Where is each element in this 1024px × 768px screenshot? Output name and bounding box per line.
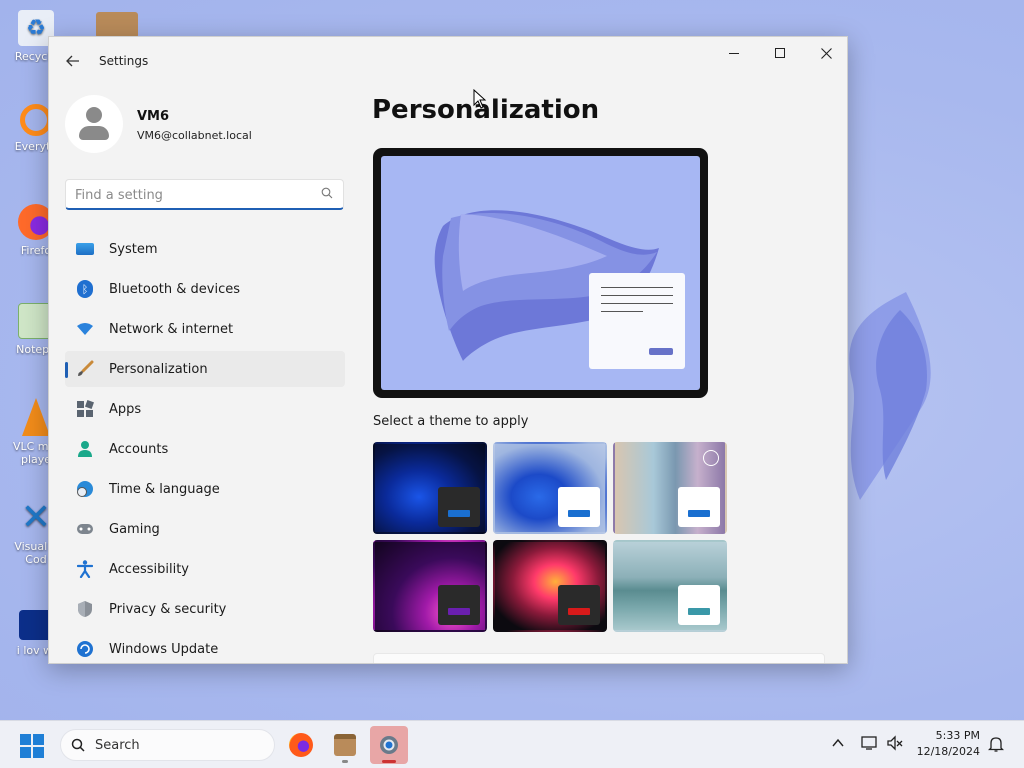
theme-preview-window bbox=[558, 585, 600, 625]
sidebar-item-personalization[interactable]: Personalization bbox=[65, 351, 345, 387]
archive-icon[interactable] bbox=[96, 12, 138, 38]
sidebar-item-label: Time & language bbox=[109, 481, 220, 497]
windows-logo-icon bbox=[20, 734, 31, 745]
sidebar-item-label: Gaming bbox=[109, 521, 160, 537]
sidebar-nav: System ᛒ Bluetooth & devices Network & i… bbox=[65, 231, 345, 663]
theme-preview bbox=[373, 148, 708, 398]
theme-windows-spotlight[interactable] bbox=[613, 442, 727, 534]
sidebar-item-time-language[interactable]: Time & language bbox=[65, 471, 345, 507]
theme-preview-window bbox=[438, 585, 480, 625]
clock-date: 12/18/2024 bbox=[916, 745, 980, 758]
network-icon[interactable] bbox=[861, 735, 879, 751]
vlc-cone-icon bbox=[22, 398, 50, 436]
maximize-icon bbox=[775, 48, 785, 58]
search-icon bbox=[71, 738, 85, 752]
sidebar-item-label: System bbox=[109, 241, 158, 257]
bluetooth-icon: ᛒ bbox=[75, 279, 95, 299]
theme-windows-dark[interactable] bbox=[373, 442, 487, 534]
sidebar-item-label: Accessibility bbox=[109, 561, 189, 577]
user-profile[interactable]: VM6 VM6@collabnet.local bbox=[65, 95, 345, 155]
taskbar-firefox[interactable] bbox=[282, 726, 320, 764]
taskbar: Search 5:33 PM 12/18/2024 bbox=[0, 720, 1024, 768]
taskbar-archive-app[interactable] bbox=[326, 726, 364, 764]
theme-section-label: Select a theme to apply bbox=[373, 414, 529, 429]
clock[interactable]: 5:33 PM 12/18/2024 bbox=[917, 728, 980, 760]
sidebar-item-accounts[interactable]: Accounts bbox=[65, 431, 345, 467]
search-icon bbox=[321, 187, 333, 199]
notification-bell-icon[interactable] bbox=[988, 735, 1004, 753]
sidebar-item-gaming[interactable]: Gaming bbox=[65, 511, 345, 547]
mouse-cursor-icon bbox=[473, 89, 487, 109]
sidebar-item-network[interactable]: Network & internet bbox=[65, 311, 345, 347]
archive-icon bbox=[334, 734, 356, 756]
gamepad-icon bbox=[75, 519, 95, 539]
brush-icon bbox=[75, 359, 95, 379]
theme-captured-motion[interactable] bbox=[493, 540, 607, 632]
accessibility-icon bbox=[75, 559, 95, 579]
sidebar-item-label: Bluetooth & devices bbox=[109, 281, 240, 297]
back-button[interactable] bbox=[59, 49, 87, 73]
sidebar-item-label: Apps bbox=[109, 401, 142, 417]
minimize-icon bbox=[729, 52, 739, 54]
sidebar-item-apps[interactable]: Apps bbox=[65, 391, 345, 427]
user-email: VM6@collabnet.local bbox=[137, 129, 252, 142]
system-icon bbox=[75, 239, 95, 259]
themes-settings-card[interactable] bbox=[373, 653, 825, 663]
minimize-button[interactable] bbox=[711, 37, 757, 69]
close-button[interactable] bbox=[803, 37, 847, 69]
sidebar-item-privacy-security[interactable]: Privacy & security bbox=[65, 591, 345, 627]
theme-preview-window bbox=[558, 487, 600, 527]
apps-icon bbox=[75, 399, 95, 419]
speaker-muted-icon[interactable] bbox=[886, 735, 904, 751]
chevron-up-icon[interactable] bbox=[832, 738, 844, 748]
start-button[interactable] bbox=[20, 734, 44, 758]
settings-gear-icon bbox=[380, 736, 398, 754]
preview-wallpaper bbox=[381, 156, 700, 390]
theme-flow[interactable] bbox=[613, 540, 727, 632]
sidebar-item-label: Accounts bbox=[109, 441, 169, 457]
taskbar-search[interactable]: Search bbox=[60, 729, 275, 761]
theme-preview-window bbox=[678, 585, 720, 625]
sidebar-item-system[interactable]: System bbox=[65, 231, 345, 267]
shield-icon bbox=[75, 599, 95, 619]
title-bar: Settings bbox=[49, 37, 847, 85]
sidebar-item-label: Personalization bbox=[109, 361, 208, 377]
theme-preview-window bbox=[438, 487, 480, 527]
back-arrow-icon bbox=[66, 55, 79, 67]
sidebar-item-label: Windows Update bbox=[109, 641, 219, 657]
avatar bbox=[65, 95, 123, 153]
sidebar-item-windows-update[interactable]: Windows Update bbox=[65, 631, 345, 663]
theme-glow[interactable] bbox=[373, 540, 487, 632]
accounts-icon bbox=[75, 439, 95, 459]
maximize-button[interactable] bbox=[757, 37, 803, 69]
sidebar-item-label: Network & internet bbox=[109, 321, 234, 337]
update-icon bbox=[75, 639, 95, 659]
preview-dialog-window bbox=[589, 273, 685, 369]
theme-preview-window bbox=[678, 487, 720, 527]
search-input[interactable] bbox=[75, 185, 305, 205]
theme-windows-light[interactable] bbox=[493, 442, 607, 534]
settings-search-box[interactable] bbox=[65, 179, 344, 210]
wifi-icon bbox=[75, 319, 95, 339]
clock-time: 5:33 PM bbox=[935, 729, 980, 742]
sidebar-item-bluetooth[interactable]: ᛒ Bluetooth & devices bbox=[65, 271, 345, 307]
desktop-wallpaper-bloom bbox=[849, 292, 931, 500]
taskbar-settings[interactable] bbox=[370, 726, 408, 764]
close-icon bbox=[820, 47, 832, 59]
taskbar-search-label: Search bbox=[95, 738, 140, 753]
settings-window: Settings VM6 VM6@collabnet.local System … bbox=[48, 36, 848, 664]
slideshow-icon bbox=[703, 450, 719, 466]
app-title: Settings bbox=[99, 54, 149, 68]
firefox-icon bbox=[289, 733, 313, 757]
sidebar-item-label: Privacy & security bbox=[109, 601, 227, 617]
user-name: VM6 bbox=[137, 109, 170, 124]
sidebar-item-accessibility[interactable]: Accessibility bbox=[65, 551, 345, 587]
globe-clock-icon bbox=[75, 479, 95, 499]
